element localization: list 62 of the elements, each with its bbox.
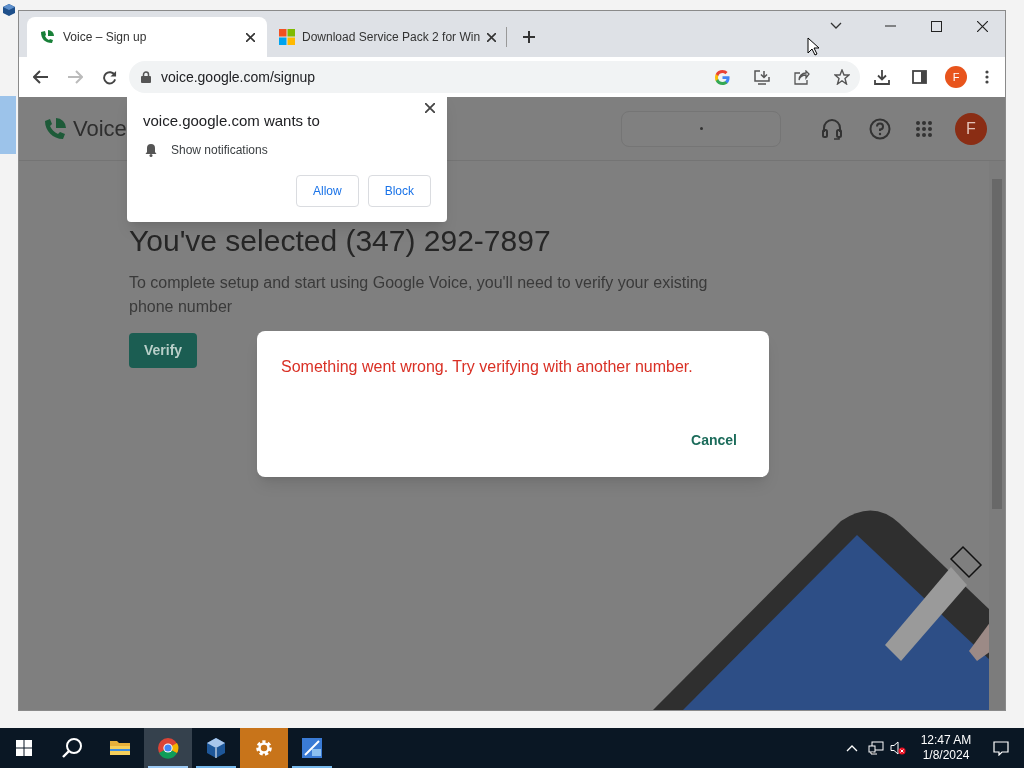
gear-icon [253, 737, 275, 759]
clock-date[interactable]: 1/8/2024 [922, 748, 970, 763]
cube-icon [2, 3, 16, 17]
browser-tab[interactable]: Download Service Pack 2 for Win [267, 17, 507, 57]
minimize-icon [884, 25, 896, 27]
error-message: Something went wrong. Try verifying with another number. [281, 357, 694, 377]
search-field[interactable] [621, 110, 781, 147]
cube-icon [205, 737, 227, 759]
close-icon [976, 20, 988, 32]
block-button[interactable]: Block [367, 174, 431, 207]
search-icon [61, 737, 83, 759]
bell-icon [145, 142, 157, 157]
chrome-icon [157, 737, 179, 759]
allow-button[interactable]: Allow [295, 174, 359, 207]
back-arrow-icon [33, 70, 49, 84]
star-icon[interactable] [834, 69, 850, 85]
lock-icon [141, 71, 151, 83]
close-icon [425, 103, 435, 113]
app-name: Voice [73, 115, 127, 143]
google-icon[interactable] [715, 69, 730, 85]
chevron-down-icon [830, 22, 842, 30]
apps-grid-icon[interactable] [915, 119, 933, 138]
forward-arrow-icon [67, 70, 83, 84]
maximize-icon [930, 20, 942, 32]
four-squares-icon [279, 29, 295, 45]
phone-icon [39, 29, 55, 45]
chat-bubble-icon [993, 740, 1009, 756]
window-tile-icon [301, 737, 323, 759]
install-icon[interactable] [754, 69, 770, 85]
account-avatar[interactable]: F [955, 112, 987, 145]
clock-time[interactable]: 12:47 AM [920, 733, 972, 748]
taskbar-app-button[interactable] [144, 728, 192, 768]
tab-title: Voice – Sign up [63, 29, 148, 46]
dot-icon [699, 127, 703, 130]
close-icon[interactable] [246, 32, 255, 42]
headset-icon[interactable] [821, 117, 843, 140]
address-bar[interactable]: voice.google.com/signup [129, 61, 860, 93]
popup-title: voice.google.com wants to [143, 111, 321, 131]
url-text: voice.google.com/signup [161, 67, 317, 87]
muted-speaker-icon[interactable] [890, 741, 906, 755]
plus-icon [522, 30, 537, 44]
chevron-up-icon[interactable] [846, 744, 858, 752]
desktop-window-edge [0, 96, 16, 154]
share-icon[interactable] [794, 69, 810, 85]
reload-icon [101, 69, 117, 85]
close-button[interactable] [423, 101, 437, 115]
close-icon[interactable] [487, 32, 497, 42]
mouse-cursor-icon [807, 37, 819, 56]
cancel-button[interactable]: Cancel [683, 426, 745, 455]
windows-logo-icon [16, 740, 32, 756]
page-heading: You've selected (347) 292-7897 [129, 223, 551, 259]
download-icon[interactable] [874, 69, 890, 85]
description-text: To complete setup and start using Google Voice, you'll need to verify your existing phone number [129, 273, 709, 317]
side-panel-icon[interactable] [912, 70, 927, 84]
network-icon[interactable] [868, 741, 884, 755]
permission-label: Show notifications [171, 141, 268, 159]
verify-button[interactable]: Verify [129, 333, 198, 368]
tab-title: Download Service Pack 2 for Win [302, 29, 481, 46]
menu-icon[interactable] [985, 70, 989, 84]
browser-tab[interactable]: Voice – Sign up [27, 17, 267, 57]
help-icon[interactable] [869, 117, 891, 140]
profile-avatar[interactable]: F [945, 66, 967, 88]
